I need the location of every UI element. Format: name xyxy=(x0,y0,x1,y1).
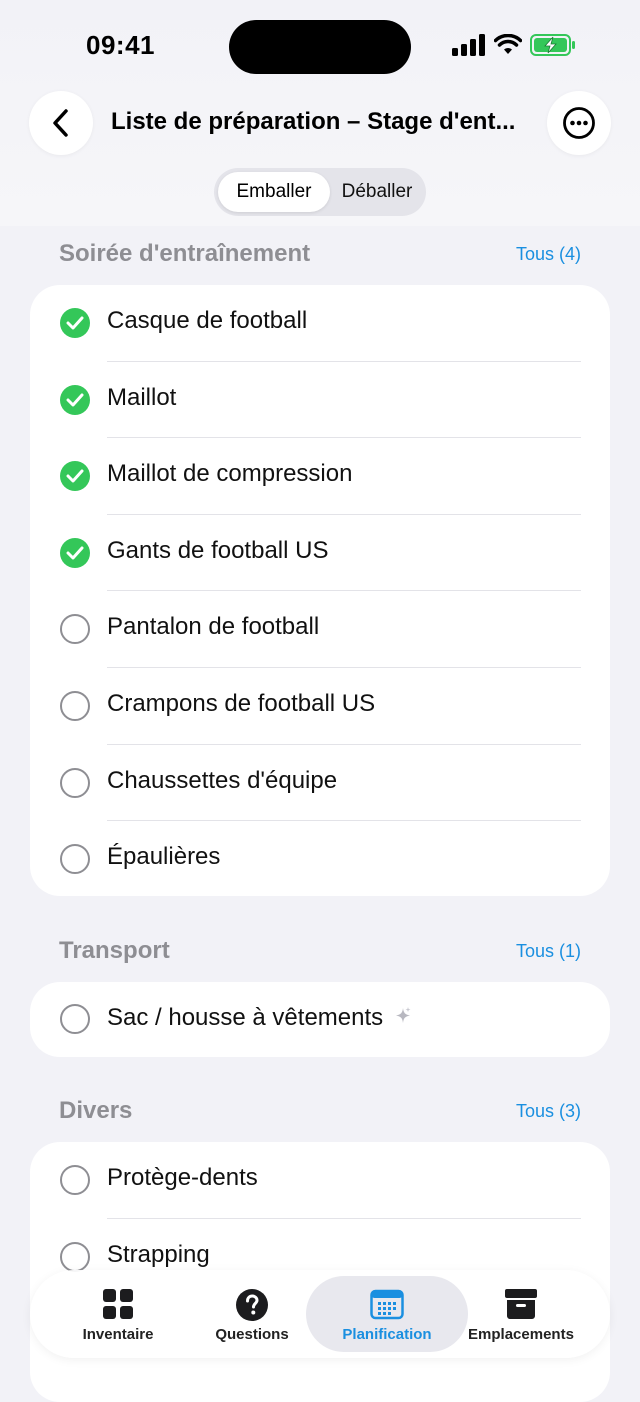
section-header-transport: Transport Tous (1) xyxy=(59,937,581,967)
tab-label: Questions xyxy=(215,1326,289,1343)
empty-circle-icon[interactable] xyxy=(60,767,90,798)
tab-inventory[interactable]: Inventaire xyxy=(48,1276,188,1352)
empty-circle-icon[interactable] xyxy=(60,690,90,721)
tab-label: Planification xyxy=(342,1326,432,1343)
status-icons xyxy=(452,34,576,56)
back-button[interactable] xyxy=(29,91,93,155)
list-item[interactable]: Crampons de football US xyxy=(30,668,610,745)
page-title: Liste de préparation – Stage d'ent... xyxy=(111,108,516,135)
sparkle-icon xyxy=(395,1007,411,1023)
section-all-link[interactable]: Tous (1) xyxy=(516,941,581,962)
tab-label: Inventaire xyxy=(82,1326,154,1343)
item-label: Casque de football xyxy=(107,307,308,334)
item-label: Épaulières xyxy=(107,843,221,871)
archive-box-icon xyxy=(505,1289,537,1319)
list-item[interactable]: Pantalon de football xyxy=(30,591,610,668)
checkmark-circle-icon[interactable] xyxy=(60,461,90,492)
item-label: Sac / housse à vêtements xyxy=(107,1004,412,1032)
list-item[interactable]: Gants de football US xyxy=(30,515,610,592)
item-label: Pantalon de football xyxy=(107,613,320,641)
item-label: Gants de football US xyxy=(107,536,329,564)
question-circle-icon xyxy=(236,1289,268,1321)
list-item[interactable]: Maillot de compression xyxy=(30,438,610,515)
empty-circle-icon[interactable] xyxy=(60,1004,90,1034)
checkmark-circle-icon[interactable] xyxy=(60,308,90,338)
pack-unpack-segmented-control: Emballer Déballer xyxy=(214,168,426,216)
item-label: Strapping xyxy=(107,1240,210,1268)
wifi-icon xyxy=(494,34,522,54)
tab-label: Emplacements xyxy=(468,1326,574,1343)
grid-icon xyxy=(103,1289,133,1319)
checkmark-circle-icon[interactable] xyxy=(60,537,90,568)
tab-planning[interactable]: Planification xyxy=(306,1276,468,1352)
ellipsis-circle-icon xyxy=(563,107,595,139)
segment-unpack[interactable]: Déballer xyxy=(332,172,422,212)
item-label-text: Sac / housse à vêtements xyxy=(107,1004,384,1031)
list-item[interactable]: Protège-dents xyxy=(30,1142,610,1219)
checkmark-circle-icon[interactable] xyxy=(60,384,90,415)
section-title: Transport xyxy=(59,937,170,964)
tab-bar: Inventaire Questions Planification Empla… xyxy=(30,1270,610,1358)
section-card-transport: Sac / housse à vêtements xyxy=(30,982,610,1057)
more-options-button[interactable] xyxy=(547,91,611,155)
item-label: Protège-dents xyxy=(107,1164,258,1191)
section-header-training: Soirée d'entraînement Tous (4) xyxy=(59,240,581,270)
section-all-link[interactable]: Tous (3) xyxy=(516,1101,581,1122)
list-item[interactable]: Maillot xyxy=(30,362,610,439)
empty-circle-icon[interactable] xyxy=(60,1165,90,1195)
section-title: Divers xyxy=(59,1097,133,1124)
calendar-icon xyxy=(370,1289,404,1320)
section-title: Soirée d'entraînement xyxy=(59,240,311,267)
empty-circle-icon[interactable] xyxy=(60,1241,90,1272)
list-item[interactable]: Épaulières xyxy=(30,821,610,898)
status-time: 09:41 xyxy=(86,30,155,60)
empty-circle-icon[interactable] xyxy=(60,614,90,645)
chevron-left-icon xyxy=(53,109,68,137)
item-label: Maillot de compression xyxy=(107,460,353,488)
cellular-signal-icon xyxy=(452,34,485,56)
item-label: Maillot xyxy=(107,383,177,411)
top-bar: 09:41 Liste de préparation – Stage d'ent… xyxy=(0,0,640,226)
segment-pack[interactable]: Emballer xyxy=(218,172,330,212)
section-card-training: Casque de football Maillot Maillot de co… xyxy=(30,285,610,896)
tab-locations[interactable]: Emplacements xyxy=(451,1276,591,1352)
empty-circle-icon[interactable] xyxy=(60,844,90,875)
section-all-link[interactable]: Tous (4) xyxy=(516,244,581,265)
item-label: Crampons de football US xyxy=(107,689,376,717)
list-item[interactable]: Sac / housse à vêtements xyxy=(30,982,610,1057)
item-label: Chaussettes d'équipe xyxy=(107,766,338,794)
list-item[interactable]: Chaussettes d'équipe xyxy=(30,745,610,822)
list-item[interactable]: Casque de football xyxy=(30,285,610,362)
tab-questions[interactable]: Questions xyxy=(182,1276,322,1352)
battery-charging-icon xyxy=(530,34,575,56)
section-header-misc: Divers Tous (3) xyxy=(59,1097,581,1127)
dynamic-island xyxy=(229,20,411,74)
